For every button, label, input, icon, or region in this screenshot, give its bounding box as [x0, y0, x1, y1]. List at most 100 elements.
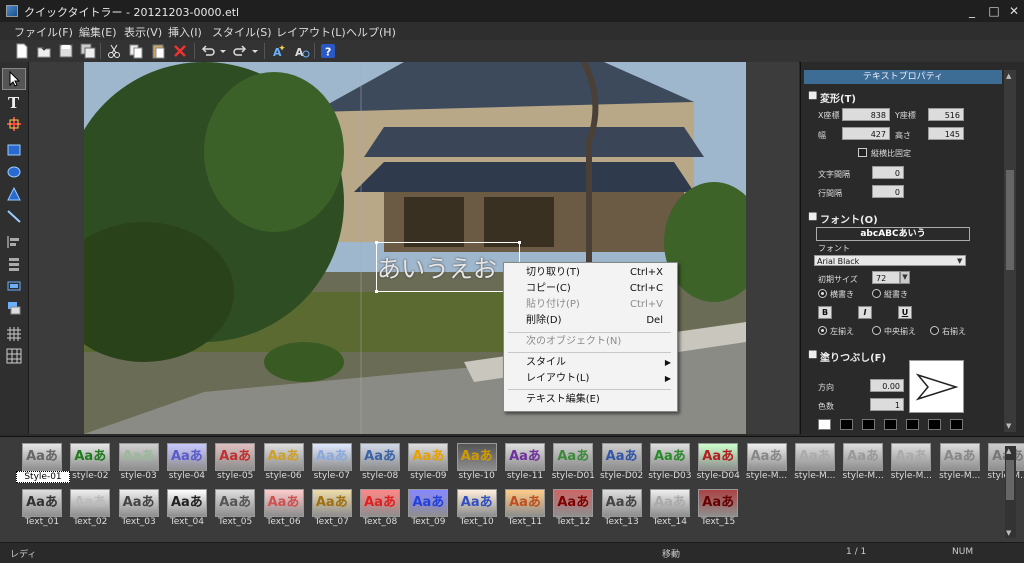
delete-icon[interactable] [172, 43, 188, 59]
style-item[interactable]: Aaあ Text_05 [213, 489, 257, 533]
style-item[interactable]: Aaあ style-D03 [648, 443, 692, 487]
cut-icon[interactable] [106, 43, 122, 59]
direction-field[interactable]: 0.00 [870, 379, 904, 392]
gallery-scrollbar[interactable]: ▲ ▼ [1005, 446, 1016, 538]
ellipse-tool-icon[interactable] [6, 164, 22, 180]
scroll-thumb[interactable] [1006, 460, 1014, 500]
scroll-thumb[interactable] [1006, 170, 1014, 270]
color-swatch[interactable] [928, 419, 941, 430]
style-item[interactable]: Aaあ style-D04 [696, 443, 740, 487]
menu-edit[interactable]: 編集(E) [79, 24, 117, 40]
redo-icon[interactable] [232, 43, 248, 59]
horizontal-radio[interactable] [818, 289, 827, 298]
text-object-selection[interactable]: あいうえお [375, 241, 521, 293]
initial-size-field[interactable]: 72 [872, 271, 900, 284]
bold-button[interactable]: B [818, 306, 832, 319]
style-item[interactable]: Aaあ style-03 [117, 443, 161, 487]
color-swatch[interactable] [906, 419, 919, 430]
group-tool-icon[interactable] [6, 278, 22, 294]
undo-dropdown-icon[interactable] [219, 43, 227, 59]
style-item[interactable]: Aaあ Text_06 [262, 489, 306, 533]
text-effect-icon[interactable]: A [272, 43, 288, 59]
resize-handle[interactable] [518, 241, 521, 244]
style-item[interactable]: Aaあ style-07 [310, 443, 354, 487]
redo-dropdown-icon[interactable] [251, 43, 259, 59]
vertical-radio[interactable] [872, 289, 881, 298]
collapse-icon[interactable]: ■ [808, 90, 817, 101]
fill-section-header[interactable]: 塗りつぶし(F) [820, 349, 886, 364]
menu-file[interactable]: ファイル(F) [14, 24, 73, 40]
line-tool-icon[interactable] [6, 208, 22, 224]
style-item[interactable]: Aaあ Text_03 [117, 489, 161, 533]
open-icon[interactable] [36, 43, 52, 59]
color-swatch[interactable] [840, 419, 853, 430]
copy-icon[interactable] [128, 43, 144, 59]
grid-tool-icon[interactable] [6, 326, 22, 342]
ctx-next-object[interactable]: 次のオブジェクト(N) [526, 335, 621, 349]
layer-tool-icon[interactable] [6, 300, 22, 316]
save-as-icon[interactable] [80, 43, 96, 59]
ctx-style[interactable]: スタイル [526, 356, 566, 370]
scroll-up-icon[interactable]: ▲ [1006, 72, 1014, 80]
ctx-paste[interactable]: 貼り付け(P) [526, 298, 580, 312]
color-swatch[interactable] [950, 419, 963, 430]
text-effect2-icon[interactable]: A [294, 43, 310, 59]
maximize-button[interactable]: □ [984, 2, 1004, 20]
color-swatch[interactable] [884, 419, 897, 430]
undo-icon[interactable] [200, 43, 216, 59]
resize-handle[interactable] [375, 241, 378, 244]
ctx-copy[interactable]: コピー(C) [526, 282, 571, 296]
scroll-down-icon[interactable]: ▼ [1006, 529, 1011, 537]
style-item[interactable]: Aaあ style-08 [358, 443, 402, 487]
style-item[interactable]: Aaあ style-04 [165, 443, 209, 487]
transform-section-header[interactable]: 変形(T) [820, 90, 856, 105]
distribute-tool-icon[interactable] [6, 256, 22, 272]
width-field[interactable]: 427 [842, 127, 890, 140]
style-item[interactable]: Aaあ Text_11 [503, 489, 547, 533]
ctx-layout[interactable]: レイアウト(L) [526, 372, 589, 386]
style-item[interactable]: Aaあ Text_15 [696, 489, 740, 533]
scroll-down-icon[interactable]: ▼ [1006, 422, 1014, 430]
style-item[interactable]: Aaあ style-11 [503, 443, 547, 487]
size-dropdown-icon[interactable]: ▼ [900, 271, 910, 284]
style-item[interactable]: Aaあ Text_07 [310, 489, 354, 533]
menu-help[interactable]: ヘルプ(H) [346, 24, 396, 40]
style-item[interactable]: Aaあstyle-M... [889, 443, 933, 487]
style-item[interactable]: Aaあ Text_04 [165, 489, 209, 533]
style-item[interactable]: Aaあ style-06 [262, 443, 306, 487]
style-item[interactable]: Aaあstyle-M... [793, 443, 837, 487]
style-item[interactable]: Aaあ style-05 [213, 443, 257, 487]
style-item[interactable]: Aaあ Text_09 [406, 489, 450, 533]
paste-icon[interactable] [150, 43, 166, 59]
style-item[interactable]: Aaあ style-D01 [551, 443, 595, 487]
style-item[interactable]: Aaあ Text_12 [551, 489, 595, 533]
style-item[interactable]: Aaあ style-D02 [600, 443, 644, 487]
resize-handle[interactable] [375, 290, 378, 293]
grid2-tool-icon[interactable] [6, 348, 22, 364]
text-tool-icon[interactable]: T [6, 94, 22, 110]
properties-scrollbar[interactable]: ▲ ▼ [1004, 70, 1016, 432]
align-left-radio[interactable] [818, 326, 827, 335]
save-icon[interactable] [58, 43, 74, 59]
underline-button[interactable]: U [898, 306, 912, 319]
style-item[interactable]: Aaあstyle-M... [938, 443, 982, 487]
align-right-radio[interactable] [930, 326, 939, 335]
color-count-field[interactable]: 1 [870, 398, 904, 411]
color-swatch[interactable] [862, 419, 875, 430]
style-item[interactable]: Aaあstyle-M... [841, 443, 885, 487]
style-item[interactable]: Aaあ Text_01 [20, 489, 64, 533]
style-item[interactable]: Aaあ Text_14 [648, 489, 692, 533]
new-icon[interactable] [14, 43, 30, 59]
scroll-up-icon[interactable]: ▲ [1006, 447, 1011, 455]
select-tool-icon[interactable] [6, 71, 22, 87]
crosshair-tool-icon[interactable] [6, 116, 22, 132]
style-item[interactable]: Aaあ Text_08 [358, 489, 402, 533]
ctx-edit-text[interactable]: テキスト編集(E) [526, 393, 600, 407]
style-item[interactable]: Aaあ Style-01 [16, 443, 70, 487]
style-item[interactable]: Aaあstyle-M... [745, 443, 789, 487]
collapse-icon[interactable]: ■ [808, 211, 817, 222]
ctx-cut[interactable]: 切り取り(T) [526, 266, 580, 280]
font-section-header[interactable]: フォント(O) [820, 211, 878, 226]
ctx-delete[interactable]: 削除(D) [526, 314, 562, 328]
triangle-tool-icon[interactable] [6, 186, 22, 202]
